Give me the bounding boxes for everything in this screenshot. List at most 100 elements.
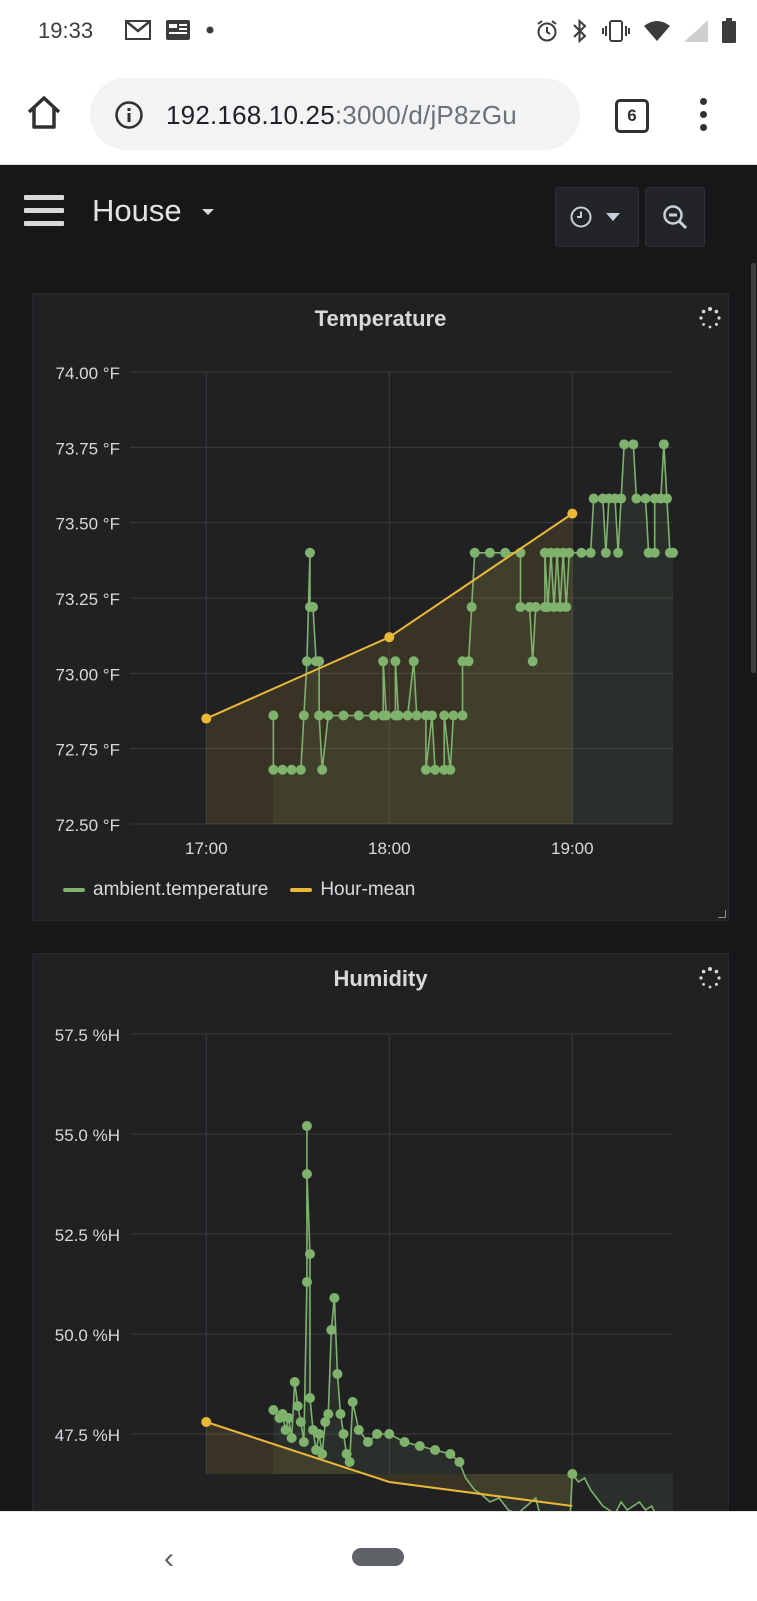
data-point [317,764,328,775]
data-point [588,493,599,504]
data-point [283,1413,294,1423]
data-point [201,713,212,724]
address-bar[interactable]: 192.168.10.25:3000/d/jP8zGu [90,78,580,150]
y-tick-label: 50.0 %H [55,1326,120,1345]
data-point [649,547,660,558]
data-point [277,764,288,775]
caret-down-icon [606,213,620,221]
data-point [567,508,578,519]
data-point [515,602,526,613]
data-point [372,1429,383,1439]
data-point [298,1437,309,1447]
data-point [338,710,349,721]
y-tick-label: 73.00 °F [56,665,120,684]
data-point [408,656,419,667]
hamburger-menu-icon[interactable] [24,195,64,234]
data-point [527,656,538,667]
y-tick-label: 52.5 %H [55,1226,120,1245]
data-point [304,1393,315,1403]
dashboard-title[interactable]: House [92,193,182,229]
legend-label: Hour-mean [320,879,416,900]
data-point [268,764,279,775]
humidity-panel: Humidity 57.5 %H 55.0 %H 52.5 %H 50.0 %H 47.… [32,953,729,1535]
data-point [430,764,441,775]
x-tick-label: 19:00 [551,839,594,858]
legend-item-hour-mean[interactable]: Hour-mean [290,879,415,901]
legend-swatch-green [63,888,85,892]
data-point [631,493,642,504]
data-point [338,1429,349,1439]
url-text[interactable]: 192.168.10.25:3000/d/jP8zGu [166,100,571,131]
data-point [628,439,639,450]
data-point [384,1429,395,1439]
resize-handle-icon[interactable] [718,910,726,918]
home-pill-icon[interactable] [352,1548,404,1566]
data-point [411,710,422,721]
data-point [323,1409,334,1419]
dashboard-caret-down-icon[interactable] [202,209,214,215]
data-point [301,656,312,667]
alarm-icon [537,20,557,42]
data-point [369,710,380,721]
status-time: 19:33 [38,18,94,43]
battery-icon [722,18,736,43]
data-point [457,710,468,721]
data-point [420,764,431,775]
data-point [448,710,459,721]
tab-switcher-button[interactable]: 6 [615,99,649,133]
data-point [298,710,309,721]
data-point [619,439,630,450]
temperature-chart[interactable]: 72.50 °F 72.75 °F 73.00 °F 73.25 °F 73.50 °F… [33,294,728,864]
data-point [301,1121,312,1131]
data-point [308,602,319,613]
data-point [378,656,389,667]
legend-item-ambient-temperature[interactable]: ambient.temperature [63,879,268,901]
x-tick-label: 18:00 [368,839,411,858]
browser-toolbar: 192.168.10.25:3000/d/jP8zGu 6 [0,66,757,165]
data-point [326,1325,337,1335]
data-point [430,1445,441,1455]
data-point [585,547,596,558]
y-tick-label: 73.75 °F [56,439,120,458]
data-point [616,493,627,504]
home-icon[interactable] [24,93,64,133]
y-tick-label: 74.00 °F [56,364,120,383]
temperature-panel: Temperature 72.50 °F 72.75 °F 73.00 °F 73.2… [32,293,729,921]
data-point [390,656,401,667]
data-point [314,656,325,667]
data-point [353,710,364,721]
data-point [332,1369,343,1379]
grafana-app: House Temperature 72.50 °F 72.75 °F 73.00 … [0,165,757,1535]
data-point [295,1417,306,1427]
info-icon[interactable] [114,100,144,130]
y-tick-label: 73.25 °F [56,590,120,609]
wifi-icon [644,21,670,41]
data-point [335,1409,346,1419]
data-point [454,1457,465,1467]
data-point [393,710,404,721]
data-point [414,1441,425,1451]
data-point [561,602,572,613]
zoom-out-button[interactable] [645,187,705,247]
data-point [362,1437,373,1447]
url-host: 192.168.10.25 [166,100,335,130]
data-point [402,710,413,721]
android-nav-bar: ‹ [0,1511,757,1601]
data-point [304,1249,315,1259]
humidity-chart[interactable]: 57.5 %H 55.0 %H 52.5 %H 50.0 %H 47.5 %H [33,954,728,1534]
data-point [268,710,279,721]
back-icon[interactable]: ‹ [164,1542,174,1576]
y-tick-label: 57.5 %H [55,1026,120,1045]
y-tick-label: 55.0 %H [55,1126,120,1145]
data-point [286,764,297,775]
data-point [314,1429,325,1439]
data-point [289,1377,300,1387]
page-scrollbar[interactable] [751,263,756,673]
zoom-out-icon [663,205,688,230]
gmail-icon [125,20,151,40]
time-picker-button[interactable] [555,187,639,247]
data-point [304,547,315,558]
status-system-icons [535,18,737,44]
data-point [564,547,575,558]
browser-menu-icon[interactable] [700,98,708,137]
